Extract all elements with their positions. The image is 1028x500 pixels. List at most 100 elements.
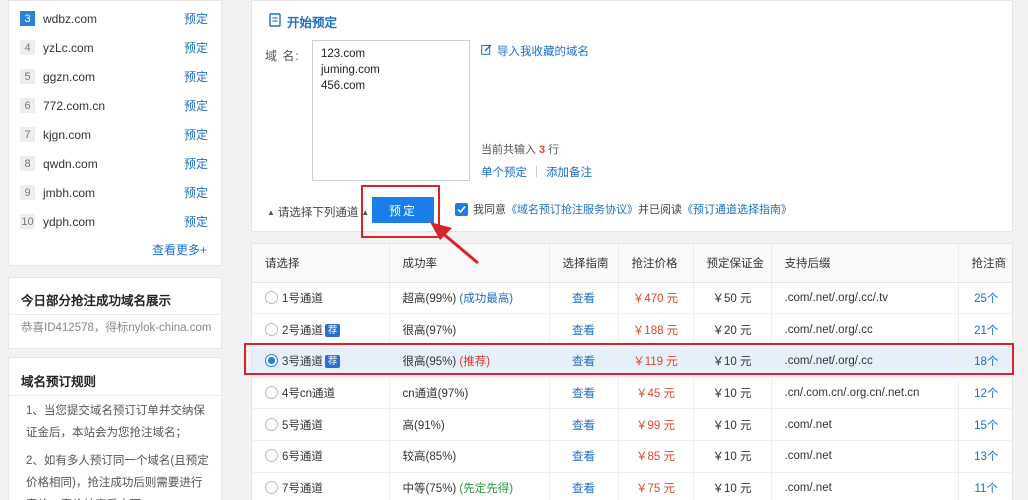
registrar-count-cell[interactable]: 13个 [957, 440, 1012, 473]
table-row[interactable]: 6号通道 较高(85%) 查看 ￥85 元 ￥10 元 .com/.net 13个 [252, 440, 1012, 473]
ranking-item: 5 ggzn.com 预定 [9, 62, 221, 91]
registrar-count-cell[interactable]: 12个 [957, 377, 1012, 410]
rule-item: 1、当您提交域名预订订单并交纳保证金后，本站会为您抢注域名； [26, 405, 205, 439]
table-row[interactable]: 4号cn通道 cn通道(97%) 查看 ￥45 元 ￥10 元 .cn/.com.cn/… [252, 377, 1012, 410]
ranking-item: 3 wdbz.com 预定 [9, 4, 221, 33]
deposit-cell: ￥10 元 [692, 408, 771, 441]
success-rate: 中等(75%) [402, 482, 457, 495]
document-icon [269, 13, 281, 30]
success-showcase-card: 今日部分抢注成功域名展示 恭喜ID412578，得标nylok-china.co… [8, 277, 222, 349]
import-favorites-label: 导入我收藏的域名 [497, 46, 589, 58]
ranking-item: 4 yzLc.com 预定 [9, 33, 221, 62]
rules-card: 域名预订规则 1、当您提交域名预订订单并交纳保证金后，本站会为您抢注域名； 2、… [8, 357, 222, 500]
reserve-link[interactable]: 预定 [184, 126, 208, 143]
suffix-cell: .cn/.com.cn/.org.cn/.net.cn [770, 377, 958, 410]
left-column: 10 ydph.com 预定 9 jmbh.com 预定 8 qwdn.com 预定 7 kjgn.… [8, 0, 222, 500]
reserve-link[interactable]: 预定 [184, 68, 208, 85]
success-rate-cell: 超高(99%) (成功最高) [388, 282, 549, 315]
table-row[interactable]: 1号通道 超高(99%) (成功最高) 查看 ￥470 元 ￥50 元 .com/.net… [252, 282, 1012, 315]
reserve-link[interactable]: 预定 [184, 39, 208, 56]
channel-radio[interactable] [265, 417, 278, 431]
rank-number: 3 [20, 11, 35, 26]
reserve-link[interactable]: 预定 [184, 155, 208, 172]
view-guide-link[interactable]: 查看 [572, 451, 595, 463]
view-guide-link[interactable]: 查看 [572, 388, 595, 400]
registrar-count-cell[interactable]: 25个 [957, 282, 1012, 315]
deposit-cell: ￥20 元 [692, 313, 771, 346]
agree-checkbox[interactable] [455, 202, 468, 216]
line-count-prefix: 当前共输入 [481, 144, 536, 156]
success-rate: cn通道(97%) [402, 387, 469, 400]
channel-name: 4号cn通道 [282, 387, 336, 400]
ranking-domain[interactable]: qwdn.com [43, 157, 184, 171]
channel-guide-link[interactable]: 《预订通道选择指南》 [682, 201, 792, 217]
channel-radio[interactable] [265, 385, 278, 399]
column-header: 抢注价格 [617, 244, 693, 283]
agreement: 我同意 《域名预订抢注服务协议》 并已阅读 《预订通道选择指南》 [455, 201, 792, 217]
domain-ranking-card: 10 ydph.com 预定 9 jmbh.com 预定 8 qwdn.com 预定 7 kjgn.… [8, 0, 222, 266]
rank-number: 7 [20, 127, 35, 142]
rule-item: 2、如有多人预订同一个域名(且预定价格相同)，抢注成功后则需要进行竞价，竞价结束… [26, 455, 209, 500]
deposit-cell: ￥10 元 [692, 377, 771, 410]
reserve-link[interactable]: 预定 [184, 97, 208, 114]
recommend-badge: 荐 [324, 323, 341, 337]
registrar-count-cell[interactable]: 11个 [957, 472, 1012, 500]
ranking-item: 6 772.com.cn 预定 [9, 91, 221, 120]
reserve-link[interactable]: 预定 [184, 213, 208, 230]
success-rate: 很高(97%) [402, 324, 457, 337]
column-header: 选择指南 [548, 244, 618, 283]
rules-title: 域名预订规则 [21, 375, 97, 389]
channel-cell[interactable]: 1号通道 [252, 282, 389, 315]
table-row[interactable]: 2号通道荐很高(97%) 查看 ￥188 元 ￥20 元 .com/.net/.org… [252, 313, 1012, 346]
view-guide-link[interactable]: 查看 [572, 325, 595, 337]
success-rate-cell: 中等(75%) (先定先得) [388, 472, 549, 500]
reserve-link[interactable]: 预定 [184, 10, 208, 27]
column-header: 支持后缀 [770, 244, 958, 283]
agree-prefix: 我同意 [473, 204, 506, 216]
channel-cell[interactable]: 6号通道 [252, 440, 389, 473]
table-row[interactable]: 5号通道 高(91%) 查看 ￥99 元 ￥10 元 .com/.net 15个 [252, 408, 1012, 441]
single-booking-link[interactable]: 单个预定 [481, 164, 527, 180]
ranking-item: 10 ydph.com 预定 [9, 207, 221, 236]
rank-number: 8 [20, 156, 35, 171]
channel-cell[interactable]: 2号通道荐 [252, 313, 389, 346]
channel-cell[interactable]: 4号cn通道 [252, 377, 389, 410]
ranking-domain[interactable]: yzLc.com [43, 41, 184, 55]
channel-cell[interactable]: 7号通道 [252, 472, 389, 500]
view-guide-link[interactable]: 查看 [572, 293, 595, 305]
suffix-cell: .com/.net/.org/.cc/.tv [770, 282, 958, 315]
add-remark-link[interactable]: 添加备注 [546, 164, 592, 180]
view-more-link[interactable]: 查看更多+ [152, 241, 207, 258]
table-row[interactable]: 7号通道 中等(75%) (先定先得) 查看 ￥75 元 ￥10 元 .com/.net 1… [252, 472, 1012, 500]
channel-radio[interactable] [265, 290, 278, 304]
channel-hint-text: 请选择下列通道 [277, 207, 359, 219]
agree-mid: 并已阅读 [638, 204, 682, 216]
price-cell: ￥470 元 [617, 282, 693, 315]
channel-radio[interactable] [265, 322, 278, 336]
ranking-domain[interactable]: 772.com.cn [43, 99, 184, 113]
import-favorites-link[interactable]: 导入我收藏的域名 [481, 43, 589, 59]
ranking-domain[interactable]: ydph.com [43, 215, 184, 229]
ranking-domain[interactable]: kjgn.com [43, 128, 184, 142]
channel-cell[interactable]: 5号通道 [252, 408, 389, 441]
channel-radio[interactable] [265, 449, 278, 463]
deposit-cell: ￥10 元 [692, 440, 771, 473]
ranking-domain[interactable]: ggzn.com [43, 70, 184, 84]
divider [9, 395, 221, 396]
domain-input[interactable]: 123.com juming.com 456.com [312, 40, 470, 181]
reserve-link[interactable]: 预定 [184, 184, 208, 201]
registrar-count-cell[interactable]: 21个 [957, 313, 1012, 346]
guide-cell: 查看 [548, 408, 618, 441]
ranking-domain[interactable]: jmbh.com [43, 186, 184, 200]
rank-number: 5 [20, 69, 35, 84]
channel-name: 2号通道 [282, 324, 323, 337]
view-guide-link[interactable]: 查看 [572, 420, 595, 432]
guide-cell: 查看 [548, 472, 618, 500]
registrar-count-cell[interactable]: 15个 [957, 408, 1012, 441]
channel-radio[interactable] [265, 480, 278, 494]
view-guide-link[interactable]: 查看 [572, 483, 595, 495]
success-rate: 较高(85%) [402, 451, 457, 464]
service-agreement-link[interactable]: 《域名预订抢注服务协议》 [506, 201, 638, 217]
annotation-highlight-button [361, 185, 440, 238]
ranking-domain[interactable]: wdbz.com [43, 12, 184, 26]
